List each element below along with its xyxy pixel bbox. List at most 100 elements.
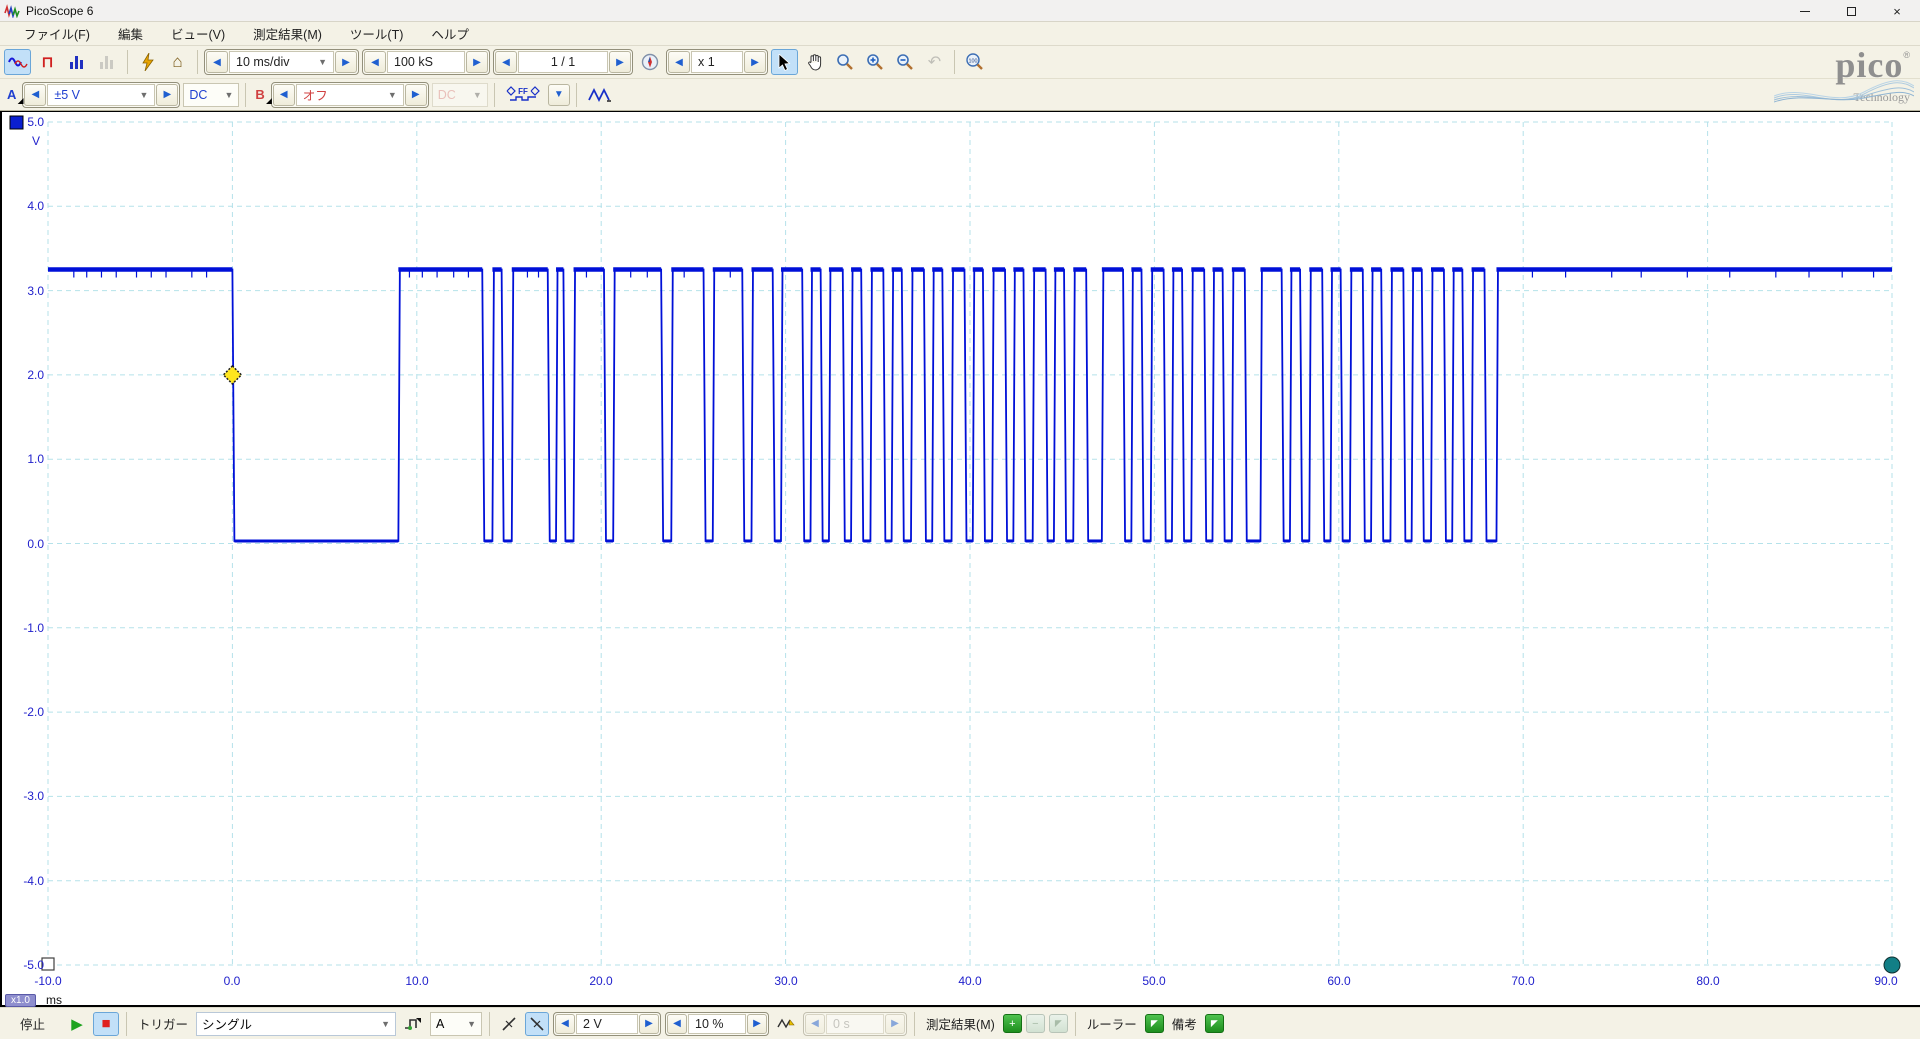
undo-zoom-button: ↶ [921,49,948,75]
zoom-factor-control: ◀ x 1 ▶ [666,49,768,75]
scope-view-button[interactable] [4,49,31,75]
notes-panel-button[interactable]: ◤ [1205,1014,1224,1033]
signal-generator-icon [588,87,612,103]
close-button[interactable]: × [1874,0,1920,22]
minimize-button[interactable] [1782,0,1828,22]
separator [489,1012,490,1036]
panel-arrow-icon: ◤ [1151,1018,1158,1029]
restore-button[interactable] [1828,0,1874,22]
channel-b-range-next-button[interactable]: ▶ [405,84,427,106]
menu-tools[interactable]: ツール(T) [336,21,417,46]
waveform-plot[interactable] [2,112,1920,1005]
digital-inputs-button[interactable]: FF [501,82,545,108]
hand-tool-button[interactable] [801,49,828,75]
timebase-select[interactable]: 10 ms/div ▼ [229,51,334,73]
y-tick-label: 4.0 [2,199,44,213]
samples-next-button[interactable]: ▶ [466,51,488,73]
persistence-icon: ⊓ [42,53,54,71]
x-axis-unit: ms [46,993,62,1007]
auto-setup-button[interactable] [134,49,161,75]
channel-a-coupling-select[interactable]: DC ▼ [183,83,239,107]
channel-a-range-next-button[interactable]: ▶ [156,84,178,106]
menu-file[interactable]: ファイル(F) [10,21,104,46]
pretrigger-field[interactable]: 10 % [688,1014,746,1034]
rulers-panel-button[interactable]: ◤ [1145,1014,1164,1033]
trigger-level-control: ◀ 2 V ▶ [553,1012,661,1036]
x-tick-label: 60.0 [1327,974,1350,988]
falling-edge-button[interactable] [525,1012,549,1036]
trigger-level-up-button[interactable]: ▶ [639,1014,659,1034]
zoom-100-icon: 100 [965,53,985,71]
channel-b-range-prev-button[interactable]: ◀ [273,84,295,106]
advanced-trigger-button[interactable] [400,1012,426,1036]
zoom-in-button[interactable] [861,49,888,75]
channel-a-range-value: ±5 V [54,88,80,102]
menu-measurements[interactable]: 測定結果(M) [239,21,336,46]
x-tick-label: 20.0 [589,974,612,988]
hand-icon [807,54,823,71]
spectrum-disabled-icon [99,54,117,70]
trigger-delay-control: ◀ 0 s ▶ [803,1012,907,1036]
svg-text:FF: FF [518,87,528,96]
zoom-in-icon [866,53,884,71]
trigger-source-value: A [436,1017,444,1031]
persistence-view-button[interactable]: ⊓ [34,49,61,75]
stop-button[interactable]: ■ [93,1012,119,1036]
home-button[interactable]: ⌂ [164,49,191,75]
scope-display[interactable]: 5.0 V 4.0 3.0 2.0 1.0 0.0 -1.0 -2.0 -3.0… [0,111,1920,1007]
zoom-100-button[interactable]: 100 [961,49,988,75]
menu-help[interactable]: ヘルプ [417,21,483,46]
trigger-delay-button[interactable] [773,1012,799,1036]
zoom-in-step-button[interactable]: ▶ [744,51,766,73]
marquee-zoom-button[interactable] [831,49,858,75]
buffer-value: 1 / 1 [551,55,575,69]
y-tick-label: 1.0 [2,452,44,466]
buffer-overview-button[interactable] [636,49,663,75]
run-button[interactable]: ▶ [65,1012,89,1036]
corner-arrow-icon: ◢ [18,97,23,105]
stop-icon: ■ [101,1015,110,1032]
samples-field[interactable]: 100 kS [387,51,465,73]
menu-edit[interactable]: 編集 [104,21,157,46]
channel-b-label[interactable]: B ◢ [252,85,267,104]
add-measurement-button[interactable]: + [1003,1014,1022,1033]
minus-icon: − [1032,1018,1038,1030]
rising-edge-button[interactable] [497,1012,521,1036]
menu-view[interactable]: ビュー(V) [157,21,239,46]
trigger-delay-icon [777,1017,795,1031]
y-tick-label: 3.0 [2,284,44,298]
separator [245,83,246,107]
samples-prev-button[interactable]: ◀ [364,51,386,73]
y-tick-label: -5.0 [2,958,44,972]
trigger-mode-select[interactable]: シングル ▼ [196,1012,396,1036]
channel-b-range-select[interactable]: オフ ▼ [296,84,404,106]
pretrigger-down-button[interactable]: ◀ [667,1014,687,1034]
trigger-level-down-button[interactable]: ◀ [555,1014,575,1034]
timebase-prev-button[interactable]: ◀ [206,51,228,73]
zoom-out-step-button[interactable]: ◀ [668,51,690,73]
zoom-factor-value: x 1 [698,55,715,69]
buffer-next-button[interactable]: ▶ [609,51,631,73]
digital-inputs-dropdown-button[interactable]: ▼ [548,84,570,106]
zoom-out-button[interactable] [891,49,918,75]
y-tick-label: 5.0 [2,115,44,129]
zoom-factor-field[interactable]: x 1 [691,51,743,73]
trigger-source-select[interactable]: A ▼ [430,1012,482,1036]
signal-generator-button[interactable] [583,82,617,108]
timebase-next-button[interactable]: ▶ [335,51,357,73]
separator [954,50,955,74]
channel-a-range-prev-button[interactable]: ◀ [24,84,46,106]
chevron-down-icon: ▼ [131,90,148,100]
buffer-prev-button[interactable]: ◀ [495,51,517,73]
channel-a-label[interactable]: A ◢ [4,85,19,104]
pointer-tool-button[interactable] [771,49,798,75]
trigger-level-field[interactable]: 2 V [576,1014,638,1034]
pretrigger-up-button[interactable]: ▶ [747,1014,767,1034]
buffer-field[interactable]: 1 / 1 [518,51,608,73]
remove-measurement-button: − [1026,1014,1045,1033]
chevron-down-icon: ▼ [465,90,482,100]
channel-a-range-select[interactable]: ±5 V ▼ [47,84,155,106]
spectrum-view-button[interactable] [64,49,91,75]
x-axis-multiplier-badge[interactable]: x1.0 [5,994,36,1007]
compass-icon [641,53,659,71]
